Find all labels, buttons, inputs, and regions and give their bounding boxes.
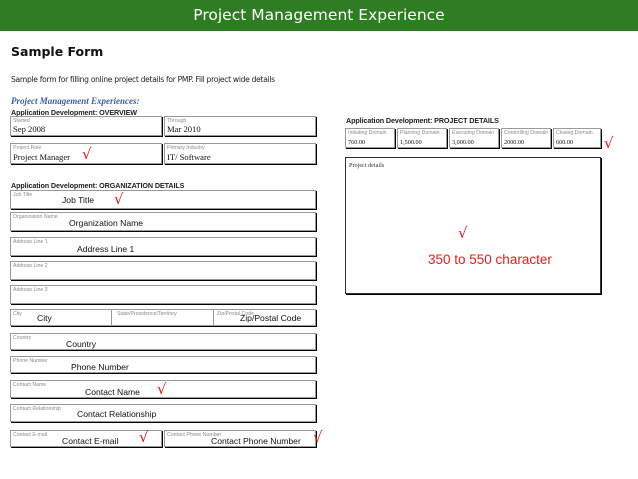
check-mark-project-details: √ (458, 224, 468, 242)
planning-domain-field[interactable]: Planning Domain 1,500.00 (397, 128, 447, 148)
check-mark-contact-phone: √ (313, 428, 323, 446)
contact-name-value: Contact Name (85, 387, 140, 397)
check-mark-role: √ (82, 145, 92, 163)
through-field[interactable]: Through Mar 2010 (164, 116, 316, 136)
contact-name-label: Contact Name (13, 382, 47, 388)
character-count-note: 350 to 550 character (428, 252, 552, 267)
job-title-label: Job Title (13, 192, 33, 198)
domains-row: Initiating Domain 760.00 Planning Domain… (345, 128, 601, 148)
executing-domain-value: 3,000.00 (452, 139, 474, 146)
project-role-label: Project Role (13, 145, 42, 151)
address-line-2-label: Address Line 2 (13, 263, 48, 269)
initiating-domain-value: 760.00 (348, 139, 366, 146)
controlling-domain-field[interactable]: Controlling Domain 2000.00 (501, 128, 551, 148)
city-label: City (13, 311, 22, 317)
country-value: Country (66, 339, 97, 349)
planning-domain-label: Planning Domain (400, 130, 440, 136)
started-field[interactable]: Started Sep 2008 (10, 116, 162, 136)
city-state-zip-row: City City State/Providence/Territory Zip… (10, 309, 316, 326)
controlling-domain-label: Controlling Domain (504, 130, 549, 136)
address-line-2-field[interactable]: Address Line 2 (10, 261, 316, 280)
planning-domain-value: 1,500.00 (400, 139, 422, 146)
org-heading: Application Development: ORGANIZATION DE… (11, 181, 185, 190)
contact-relationship-label: Contact Relationship (13, 406, 61, 412)
page-description: Sample form for filling online project d… (11, 75, 275, 84)
executing-domain-field[interactable]: Executing Domain 3,000.00 (449, 128, 499, 148)
address-line-1-value: Address Line 1 (77, 244, 135, 254)
organization-name-label: Organization Name (13, 214, 58, 220)
contact-email-value: Contact E-mail (62, 436, 119, 446)
contact-phone-value: Contact Phone Number (211, 436, 301, 446)
primary-industry-field[interactable]: Primary Industry IT/ Software (164, 143, 316, 164)
state-label: State/Providence/Territory (117, 311, 177, 317)
section-subtitle: Project Management Experiences: (11, 96, 140, 106)
check-mark-contact-name: √ (157, 380, 167, 398)
primary-industry-value: IT/ Software (167, 152, 211, 162)
project-details-heading: Application Development: PROJECT DETAILS (346, 116, 499, 125)
state-divider (213, 310, 214, 325)
job-title-value: Job Title (62, 195, 95, 205)
contact-relationship-field[interactable]: Contact Relationship Contact Relationshi… (10, 404, 316, 422)
country-label: Country (13, 335, 32, 341)
address-line-1-label: Address Line 1 (13, 239, 48, 245)
address-line-3-field[interactable]: Address Line 3 (10, 285, 316, 304)
check-mark-job-title: √ (114, 190, 124, 208)
check-mark-domains: √ (604, 134, 614, 152)
address-line-3-label: Address Line 3 (13, 287, 48, 293)
phone-number-value: Phone Number (71, 362, 129, 372)
zip-value[interactable]: Zip/Postal Code (240, 313, 301, 323)
through-value: Mar 2010 (167, 124, 201, 134)
header-bar: Project Management Experience (0, 0, 638, 31)
city-value[interactable]: City (37, 313, 52, 323)
city-divider (111, 310, 112, 325)
started-value: Sep 2008 (13, 124, 46, 134)
organization-name-field[interactable]: Organization Name Organization Name (10, 212, 316, 231)
closing-domain-value: 600.00 (556, 139, 574, 146)
contact-relationship-value: Contact Relationship (77, 409, 157, 419)
project-details-label: Project details (349, 162, 385, 169)
organization-name-value: Organization Name (69, 218, 144, 228)
initiating-domain-label: Initiating Domain (348, 130, 387, 136)
country-field[interactable]: Country Country (10, 333, 316, 350)
page-title: Sample Form (11, 44, 104, 59)
closing-domain-label: Closing Domain (556, 130, 593, 136)
executing-domain-label: Executing Domain (452, 130, 495, 136)
primary-industry-label: Primary Industry (167, 145, 205, 151)
controlling-domain-value: 2000.00 (504, 139, 525, 146)
contact-email-label: Contact E-mail (13, 432, 48, 438)
contact-phone-field[interactable]: Contact Phone Number Contact Phone Numbe… (164, 430, 316, 447)
initiating-domain-field[interactable]: Initiating Domain 760.00 (345, 128, 395, 148)
check-mark-contact-email: √ (139, 428, 149, 446)
header-title: Project Management Experience (193, 6, 445, 24)
phone-number-label: Phone Number (13, 358, 48, 364)
job-title-field[interactable]: Job Title Job Title (10, 190, 316, 209)
project-details-textarea[interactable]: Project details √ 350 to 550 character (345, 157, 601, 294)
address-line-1-field[interactable]: Address Line 1 Address Line 1 (10, 237, 316, 256)
phone-number-field[interactable]: Phone Number Phone Number (10, 356, 316, 373)
project-role-value: Project Manager (13, 152, 71, 162)
closing-domain-field[interactable]: Closing Domain 600.00 (553, 128, 601, 148)
